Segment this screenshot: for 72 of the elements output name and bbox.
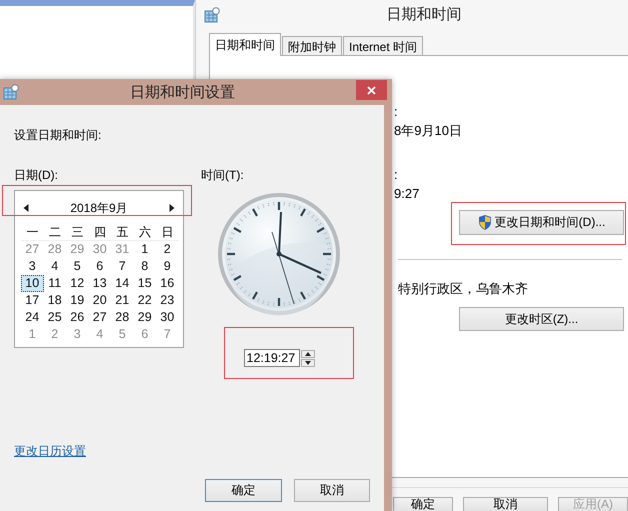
previous-month-button[interactable] bbox=[21, 202, 31, 214]
close-button[interactable] bbox=[356, 80, 387, 100]
right-arrow-icon bbox=[169, 204, 175, 212]
dialog-button[interactable]: 取消 bbox=[294, 479, 370, 502]
calendar-day[interactable]: 28 bbox=[111, 309, 134, 326]
weekday-label: 六 bbox=[134, 223, 156, 241]
tab[interactable]: Internet 时间 bbox=[343, 36, 424, 56]
calendar-day[interactable]: 6 bbox=[88, 258, 111, 275]
month-title[interactable]: 2018年9月 bbox=[70, 200, 128, 216]
calendar-day[interactable]: 17 bbox=[21, 292, 44, 309]
weekday-label: 二 bbox=[44, 223, 66, 241]
time-label: : bbox=[394, 167, 399, 182]
tab[interactable]: 日期和时间 bbox=[209, 33, 281, 56]
calendar-day[interactable]: 3 bbox=[21, 258, 44, 275]
calendar-day[interactable]: 13 bbox=[88, 275, 111, 292]
window-title: 日期和时间 bbox=[386, 5, 462, 24]
change-date-time-button[interactable]: 更改日期和时间(D)... bbox=[459, 210, 624, 236]
calendar-day[interactable]: 11 bbox=[44, 275, 66, 292]
calendar-day[interactable]: 9 bbox=[156, 258, 178, 275]
calendar-day[interactable]: 2 bbox=[156, 241, 178, 258]
calendar-day[interactable]: 7 bbox=[111, 258, 134, 275]
calendar-day[interactable]: 10 bbox=[21, 275, 44, 292]
time-zone-text: 特别行政区，乌鲁木齐 bbox=[398, 280, 529, 298]
calendar-day[interactable]: 21 bbox=[111, 292, 134, 309]
up-arrow-icon bbox=[304, 352, 310, 356]
instruction-text: 设置日期和时间: bbox=[14, 127, 102, 144]
calendar-day[interactable]: 25 bbox=[44, 309, 66, 326]
calendar-day[interactable]: 26 bbox=[66, 309, 88, 326]
change-time-zone-button[interactable]: 更改时区(Z)... bbox=[459, 307, 624, 332]
time-value: 9:27 bbox=[394, 186, 420, 202]
down-arrow-icon bbox=[304, 360, 310, 364]
dialog-button[interactable]: 确定 bbox=[205, 479, 282, 502]
weekday-label: 四 bbox=[88, 223, 111, 241]
calendar-day[interactable]: 16 bbox=[156, 275, 178, 292]
calendar-day[interactable]: 15 bbox=[134, 275, 156, 292]
calendar-day[interactable]: 1 bbox=[134, 241, 156, 258]
calendar-day[interactable]: 8 bbox=[134, 258, 156, 275]
next-month-button[interactable] bbox=[167, 202, 177, 214]
calendar-day[interactable]: 27 bbox=[88, 309, 111, 326]
close-icon bbox=[367, 86, 376, 94]
calendar-day[interactable]: 23 bbox=[156, 292, 178, 309]
dialog-title: 日期和时间设置 bbox=[130, 83, 235, 102]
calendar-day[interactable]: 29 bbox=[134, 309, 156, 326]
weekday-label: 五 bbox=[111, 223, 134, 241]
calendar-day[interactable]: 20 bbox=[88, 292, 111, 309]
weekday-label: 三 bbox=[66, 223, 88, 241]
calendar-settings-link[interactable]: 更改日历设置 bbox=[14, 443, 86, 460]
calendar-day[interactable]: 30 bbox=[156, 309, 178, 326]
calendar-clock-icon bbox=[3, 84, 19, 100]
calendar-day[interactable]: 14 bbox=[111, 275, 134, 292]
calendar-day[interactable]: 5 bbox=[66, 258, 88, 275]
spin-up-button[interactable] bbox=[300, 350, 314, 358]
shield-icon bbox=[478, 215, 492, 230]
calendar-day[interactable]: 24 bbox=[21, 309, 44, 326]
calendar-day[interactable]: 4 bbox=[44, 258, 66, 275]
time-field[interactable]: 12:19:27 bbox=[244, 349, 300, 367]
weekday-label: 日 bbox=[156, 223, 178, 241]
calendar-clock-icon bbox=[204, 6, 220, 23]
date-value: 8年9月10日 bbox=[394, 122, 463, 140]
date-label: : bbox=[394, 104, 399, 120]
calendar-day[interactable]: 22 bbox=[134, 292, 156, 309]
dialog-button[interactable]: 确定 bbox=[393, 497, 453, 511]
spin-down-button[interactable] bbox=[300, 358, 314, 366]
tab[interactable]: 附加时钟 bbox=[282, 36, 342, 56]
calendar-day[interactable]: 18 bbox=[44, 292, 66, 309]
date-label: 日期(D): bbox=[14, 167, 58, 184]
left-arrow-icon bbox=[23, 204, 29, 212]
time-label: 时间(T): bbox=[201, 167, 244, 184]
calendar-day[interactable]: 12 bbox=[66, 275, 88, 292]
dialog-button[interactable]: 取消 bbox=[463, 497, 548, 511]
weekday-label: 一 bbox=[21, 223, 44, 241]
calendar-day[interactable]: 19 bbox=[66, 292, 88, 309]
